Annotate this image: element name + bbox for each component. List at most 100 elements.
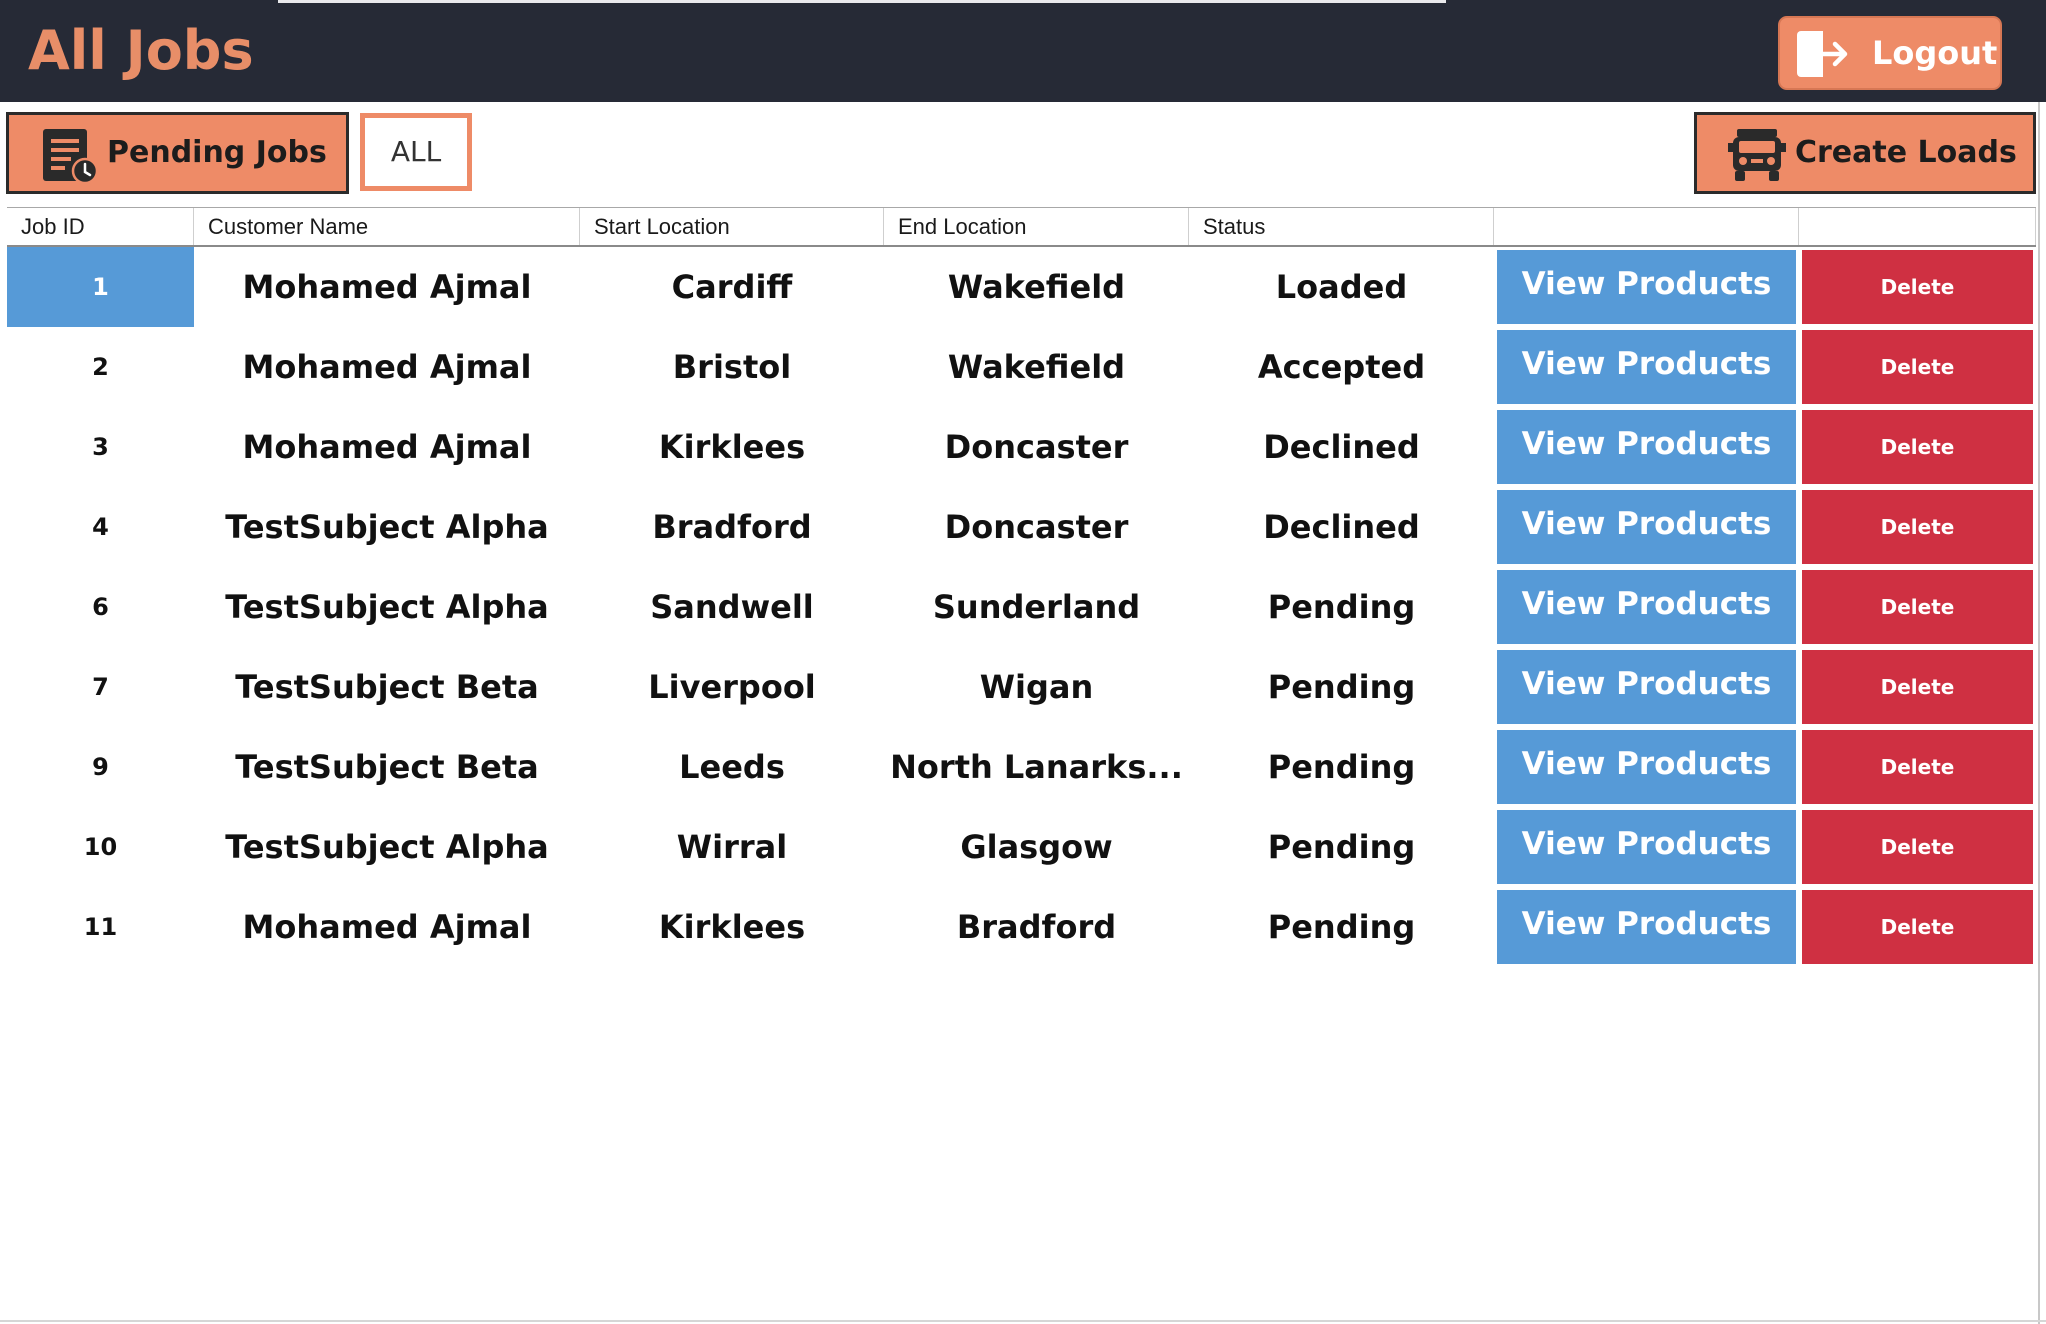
delete-button[interactable]: Delete [1802,250,2033,324]
view-products-button[interactable]: View Products [1497,490,1796,564]
status-cell[interactable]: Declined [1189,487,1494,567]
end-location-cell[interactable]: Wakefield [884,247,1189,327]
end-location-cell[interactable]: Glasgow [884,807,1189,887]
delete-button[interactable]: Delete [1802,650,2033,724]
delete-cell: Delete [1799,567,2036,647]
column-header-customer-name[interactable]: Customer Name [194,208,580,245]
status-cell[interactable]: Pending [1189,727,1494,807]
start-location-cell[interactable]: Kirklees [580,407,884,487]
view-products-button[interactable]: View Products [1497,250,1796,324]
column-header-delete[interactable] [1799,208,2036,245]
end-location-cell[interactable]: Wigan [884,647,1189,727]
job-id-cell[interactable]: 2 [7,327,194,407]
customer-name-cell[interactable]: TestSubject Beta [194,647,580,727]
job-id-cell[interactable]: 10 [7,807,194,887]
table-row[interactable]: 1 Mohamed Ajmal Cardiff Wakefield Loaded View… [7,247,2036,327]
job-id-cell[interactable]: 11 [7,887,194,967]
table-row[interactable]: 6 TestSubject Alpha Sandwell Sunderland Pend… [7,567,2036,647]
table-row[interactable]: 3 Mohamed Ajmal Kirklees Doncaster Declined V… [7,407,2036,487]
end-location-cell[interactable]: Bradford [884,887,1189,967]
page-title: All Jobs [28,19,254,82]
delete-cell: Delete [1799,647,2036,727]
job-id-cell[interactable]: 7 [7,647,194,727]
end-location-cell[interactable]: Doncaster [884,487,1189,567]
delete-button[interactable]: Delete [1802,330,2033,404]
table-row[interactable]: 2 Mohamed Ajmal Bristol Wakefield Accepted Vi… [7,327,2036,407]
table-row[interactable]: 9 TestSubject Beta Leeds North Lanarks... Pe… [7,727,2036,807]
job-id-cell[interactable]: 4 [7,487,194,567]
view-products-button[interactable]: View Products [1497,730,1796,804]
status-cell[interactable]: Accepted [1189,327,1494,407]
status-cell[interactable]: Pending [1189,567,1494,647]
view-products-cell: View Products [1494,647,1799,727]
delete-cell: Delete [1799,247,2036,327]
end-location-cell[interactable]: Wakefield [884,327,1189,407]
status-cell[interactable]: Declined [1189,407,1494,487]
view-products-cell: View Products [1494,327,1799,407]
customer-name-cell[interactable]: TestSubject Alpha [194,807,580,887]
create-loads-label: Create Loads [1795,135,2017,170]
delete-cell: Delete [1799,887,2036,967]
customer-name-cell[interactable]: TestSubject Alpha [194,567,580,647]
table-row[interactable]: 10 TestSubject Alpha Wirral Glasgow Pending V… [7,807,2036,887]
column-header-start-location[interactable]: Start Location [580,208,884,245]
column-header-end-location[interactable]: End Location [884,208,1189,245]
view-products-button[interactable]: View Products [1497,650,1796,724]
table-row[interactable]: 11 Mohamed Ajmal Kirklees Bradford Pending Vi… [7,887,2036,967]
start-location-cell[interactable]: Sandwell [580,567,884,647]
create-loads-button[interactable]: Create Loads [1694,112,2036,194]
clipboard-clock-icon [43,129,99,185]
end-location-cell[interactable]: North Lanarks... [884,727,1189,807]
delete-cell: Delete [1799,487,2036,567]
start-location-cell[interactable]: Kirklees [580,887,884,967]
job-id-cell[interactable]: 1 [7,247,194,327]
customer-name-cell[interactable]: Mohamed Ajmal [194,407,580,487]
table-row[interactable]: 4 TestSubject Alpha Bradford Doncaster Decli… [7,487,2036,567]
start-location-cell[interactable]: Leeds [580,727,884,807]
start-location-cell[interactable]: Liverpool [580,647,884,727]
delete-button[interactable]: Delete [1802,730,2033,804]
view-products-button[interactable]: View Products [1497,410,1796,484]
start-location-cell[interactable]: Cardiff [580,247,884,327]
delete-button[interactable]: Delete [1802,810,2033,884]
column-header-job-id[interactable]: Job ID [7,208,194,245]
status-cell[interactable]: Pending [1189,807,1494,887]
start-location-cell[interactable]: Bristol [580,327,884,407]
job-id-cell[interactable]: 6 [7,567,194,647]
view-products-cell: View Products [1494,887,1799,967]
view-products-button[interactable]: View Products [1497,570,1796,644]
truck-icon [1728,129,1786,181]
customer-name-cell[interactable]: Mohamed Ajmal [194,247,580,327]
delete-button[interactable]: Delete [1802,570,2033,644]
logout-label: Logout [1872,34,1998,72]
view-products-button[interactable]: View Products [1497,330,1796,404]
status-cell[interactable]: Loaded [1189,247,1494,327]
table-header: Job ID Customer Name Start Location End … [7,207,2036,247]
end-location-cell[interactable]: Sunderland [884,567,1189,647]
view-products-button[interactable]: View Products [1497,810,1796,884]
window-border-right [2038,102,2040,1324]
logout-button[interactable]: Logout [1778,16,2002,90]
end-location-cell[interactable]: Doncaster [884,407,1189,487]
status-filter[interactable]: ALL [360,113,472,191]
view-products-cell: View Products [1494,487,1799,567]
delete-button[interactable]: Delete [1802,890,2033,964]
customer-name-cell[interactable]: Mohamed Ajmal [194,887,580,967]
job-id-cell[interactable]: 3 [7,407,194,487]
view-products-button[interactable]: View Products [1497,890,1796,964]
delete-button[interactable]: Delete [1802,490,2033,564]
start-location-cell[interactable]: Bradford [580,487,884,567]
column-header-status[interactable]: Status [1189,208,1494,245]
job-id-cell[interactable]: 9 [7,727,194,807]
pending-jobs-button[interactable]: Pending Jobs [6,112,349,194]
customer-name-cell[interactable]: TestSubject Beta [194,727,580,807]
delete-button[interactable]: Delete [1802,410,2033,484]
customer-name-cell[interactable]: Mohamed Ajmal [194,327,580,407]
table-row[interactable]: 7 TestSubject Beta Liverpool Wigan Pending Vi… [7,647,2036,727]
column-header-view[interactable] [1494,208,1799,245]
status-cell[interactable]: Pending [1189,647,1494,727]
delete-cell: Delete [1799,807,2036,887]
customer-name-cell[interactable]: TestSubject Alpha [194,487,580,567]
start-location-cell[interactable]: Wirral [580,807,884,887]
status-cell[interactable]: Pending [1189,887,1494,967]
